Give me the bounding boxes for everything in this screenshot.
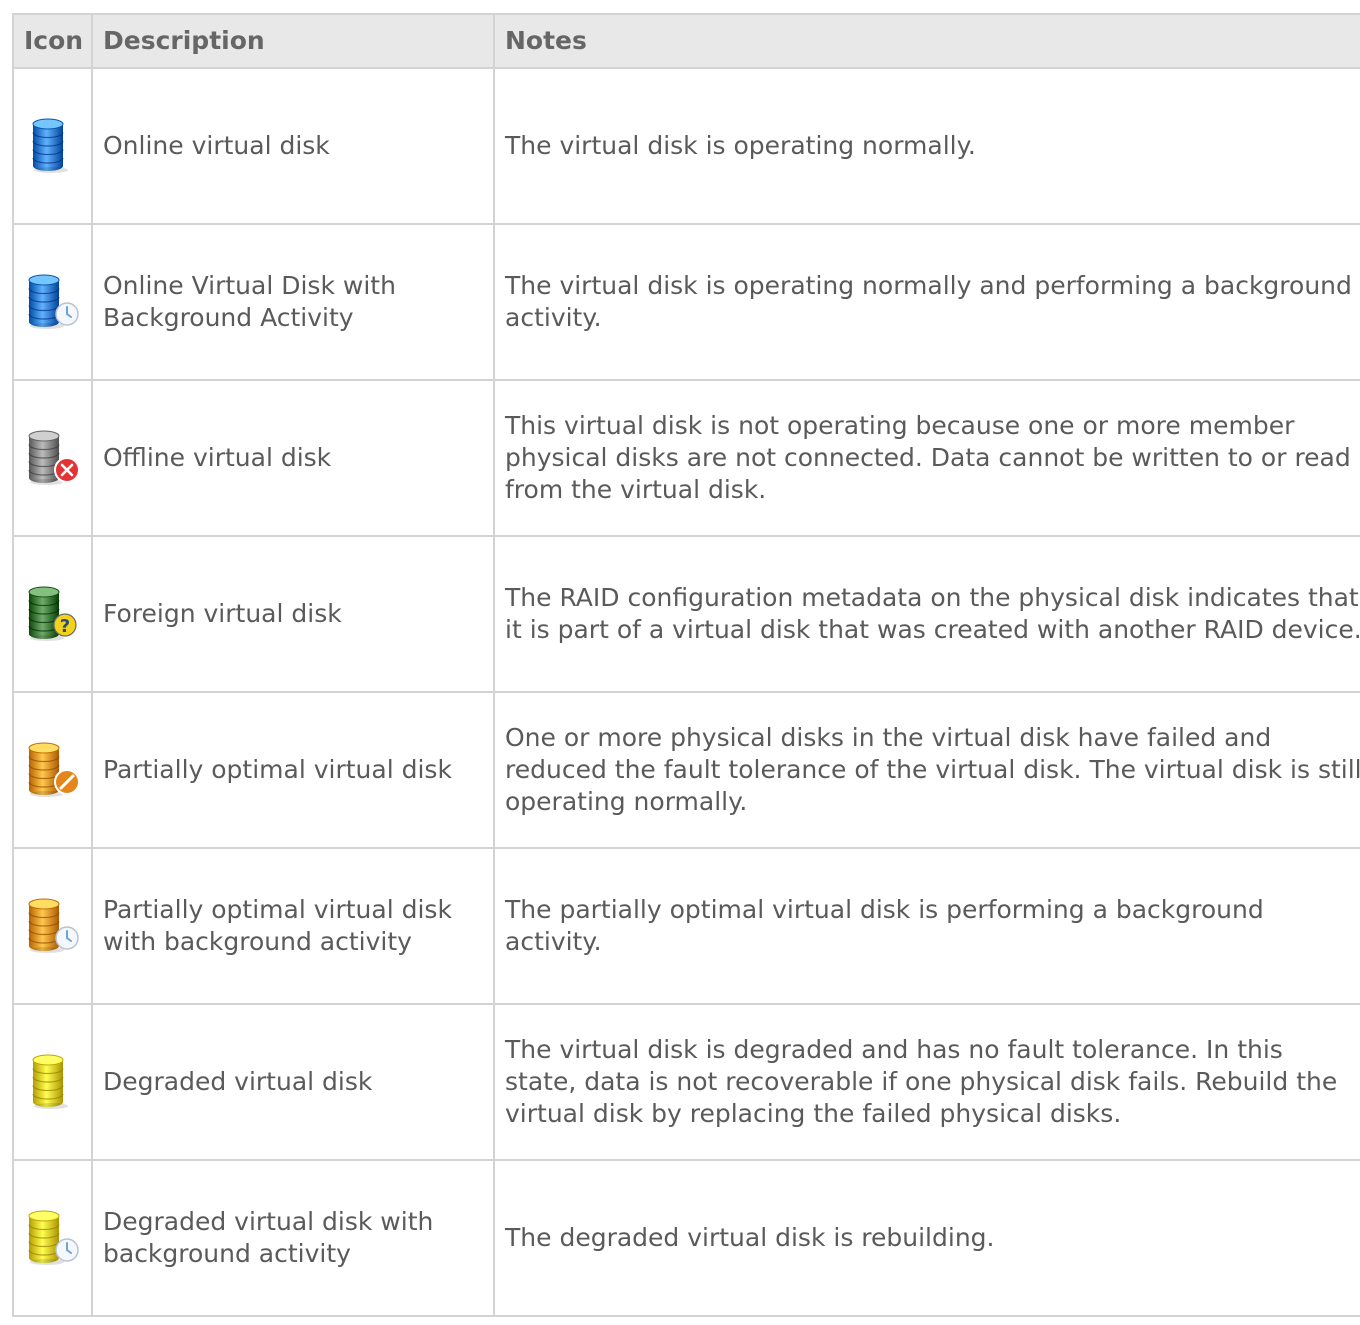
description-cell: Partially optimal virtual disk with back… <box>91 847 495 1005</box>
table-body: Online virtual disk The virtual disk is o… <box>12 67 1360 1317</box>
description-cell: Foreign virtual disk <box>91 535 495 693</box>
notes-cell: The virtual disk is operating normally. <box>493 67 1360 225</box>
header-notes: Notes <box>493 13 1360 69</box>
disk-degraded-icon <box>32 1054 68 1109</box>
table-row: Degraded virtual disk The virtual disk is… <box>12 1003 1360 1161</box>
disk-partially-optimal-icon <box>28 742 80 797</box>
disk-degraded-background-icon <box>28 1210 79 1265</box>
table-row: Degraded virtual disk with background ac… <box>12 1159 1360 1317</box>
icon-cell: ? <box>12 535 93 693</box>
icon-cell <box>12 691 93 849</box>
notes-cell: The partially optimal virtual disk is pe… <box>493 847 1360 1005</box>
description-cell: Degraded virtual disk <box>91 1003 495 1161</box>
disk-online-icon <box>32 118 68 173</box>
notes-cell: One or more physical disks in the virtua… <box>493 691 1360 849</box>
disk-partially-optimal-background-icon <box>28 898 79 953</box>
icon-cell <box>12 67 93 225</box>
header-icon: Icon <box>12 13 93 69</box>
header-description: Description <box>91 13 495 69</box>
virtual-disk-status-table: Icon Description Notes Online virtual di… <box>12 13 1360 1317</box>
notes-cell: The virtual disk is degraded and has no … <box>493 1003 1360 1161</box>
disk-online-background-icon <box>28 274 79 329</box>
table-row: Partially optimal virtual disk with back… <box>12 847 1360 1005</box>
table-row: Online Virtual Disk with Background Acti… <box>12 223 1360 381</box>
table-row: Online virtual disk The virtual disk is o… <box>12 67 1360 225</box>
table-row: ? Foreign virtual disk The RAID configurat… <box>12 535 1360 693</box>
table-row: Offline virtual disk This virtual disk is… <box>12 379 1360 537</box>
description-cell: Online virtual disk <box>91 67 495 225</box>
icon-cell <box>12 1003 93 1161</box>
disk-foreign-icon: ? <box>28 586 77 641</box>
svg-text:?: ? <box>60 616 70 637</box>
icon-cell <box>12 847 93 1005</box>
table-header-row: Icon Description Notes <box>12 13 1360 69</box>
description-cell: Partially optimal virtual disk <box>91 691 495 849</box>
notes-cell: The RAID configuration metadata on the p… <box>493 535 1360 693</box>
notes-cell: This virtual disk is not operating becau… <box>493 379 1360 537</box>
description-cell: Degraded virtual disk with background ac… <box>91 1159 495 1317</box>
notes-cell: The degraded virtual disk is rebuilding. <box>493 1159 1360 1317</box>
table-row: Partially optimal virtual disk One or mor… <box>12 691 1360 849</box>
icon-cell <box>12 379 93 537</box>
icon-cell <box>12 223 93 381</box>
icon-cell <box>12 1159 93 1317</box>
description-cell: Online Virtual Disk with Background Acti… <box>91 223 495 381</box>
notes-cell: The virtual disk is operating normally a… <box>493 223 1360 381</box>
disk-offline-icon <box>28 430 80 485</box>
description-cell: Offline virtual disk <box>91 379 495 537</box>
